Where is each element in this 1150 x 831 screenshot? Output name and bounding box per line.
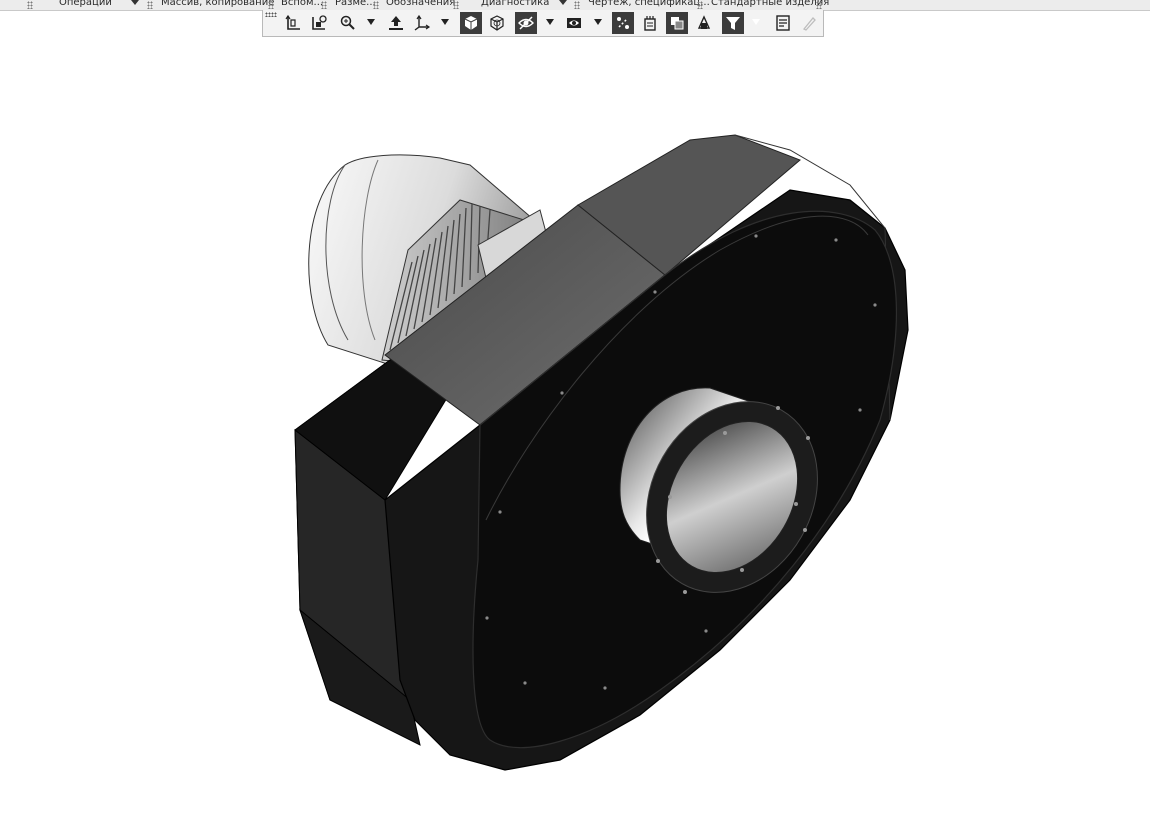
- axis-icon[interactable]: [411, 12, 433, 34]
- visibility-dropdown[interactable]: [594, 19, 602, 25]
- panel-standard-parts[interactable]: Стандартные изделия: [711, 0, 829, 10]
- axis-dropdown[interactable]: [441, 19, 449, 25]
- grip-handle[interactable]: [697, 1, 703, 9]
- grip-handle[interactable]: [453, 1, 459, 9]
- pick-icon: [798, 12, 820, 34]
- panel-array-copy[interactable]: Массив, копирование: [161, 0, 274, 10]
- zoom-dropdown[interactable]: [367, 19, 375, 25]
- fan-model: [294, 134, 909, 771]
- grip-handle[interactable]: [574, 1, 580, 9]
- grip-handle[interactable]: [373, 1, 379, 9]
- filter-icon[interactable]: [722, 12, 744, 34]
- filter-dropdown[interactable]: [752, 19, 760, 25]
- wireframe-icon[interactable]: [486, 12, 508, 34]
- rotate-icon[interactable]: [385, 12, 407, 34]
- shaded-with-edges-icon[interactable]: [460, 12, 482, 34]
- show-all-icon[interactable]: [693, 12, 715, 34]
- panel-dimensions[interactable]: Разме...: [335, 0, 376, 10]
- grip-handle[interactable]: [27, 1, 33, 9]
- chevron-down-icon[interactable]: [559, 0, 567, 5]
- component-icon[interactable]: [666, 12, 688, 34]
- grip-handle[interactable]: [816, 1, 822, 9]
- grip-handle[interactable]: [268, 1, 274, 9]
- panel-designations[interactable]: Обозначения: [386, 0, 455, 10]
- grip-handle[interactable]: [265, 12, 277, 17]
- visibility-icon[interactable]: [563, 12, 585, 34]
- hide-dropdown[interactable]: [546, 19, 554, 25]
- panel-drawing-spec[interactable]: Чертеж, спецификац...: [588, 0, 710, 10]
- model-viewport[interactable]: [0, 37, 1150, 831]
- chevron-down-icon[interactable]: [131, 0, 139, 5]
- grip-handle[interactable]: [147, 1, 153, 9]
- view-toolbar: [262, 10, 824, 37]
- orientation-icon[interactable]: [282, 12, 304, 34]
- panel-operations[interactable]: Операции: [59, 0, 112, 10]
- hide-icon[interactable]: [515, 12, 537, 34]
- properties-icon[interactable]: [772, 12, 794, 34]
- panel-auxiliary[interactable]: Вспом...: [281, 0, 323, 10]
- section-icon[interactable]: [612, 12, 634, 34]
- panel-diagnostics[interactable]: Диагностика: [481, 0, 549, 10]
- coordinate-system-icon[interactable]: [308, 12, 330, 34]
- grip-handle[interactable]: [321, 1, 327, 9]
- zoom-icon[interactable]: [337, 12, 359, 34]
- display-mode-icon[interactable]: [639, 12, 661, 34]
